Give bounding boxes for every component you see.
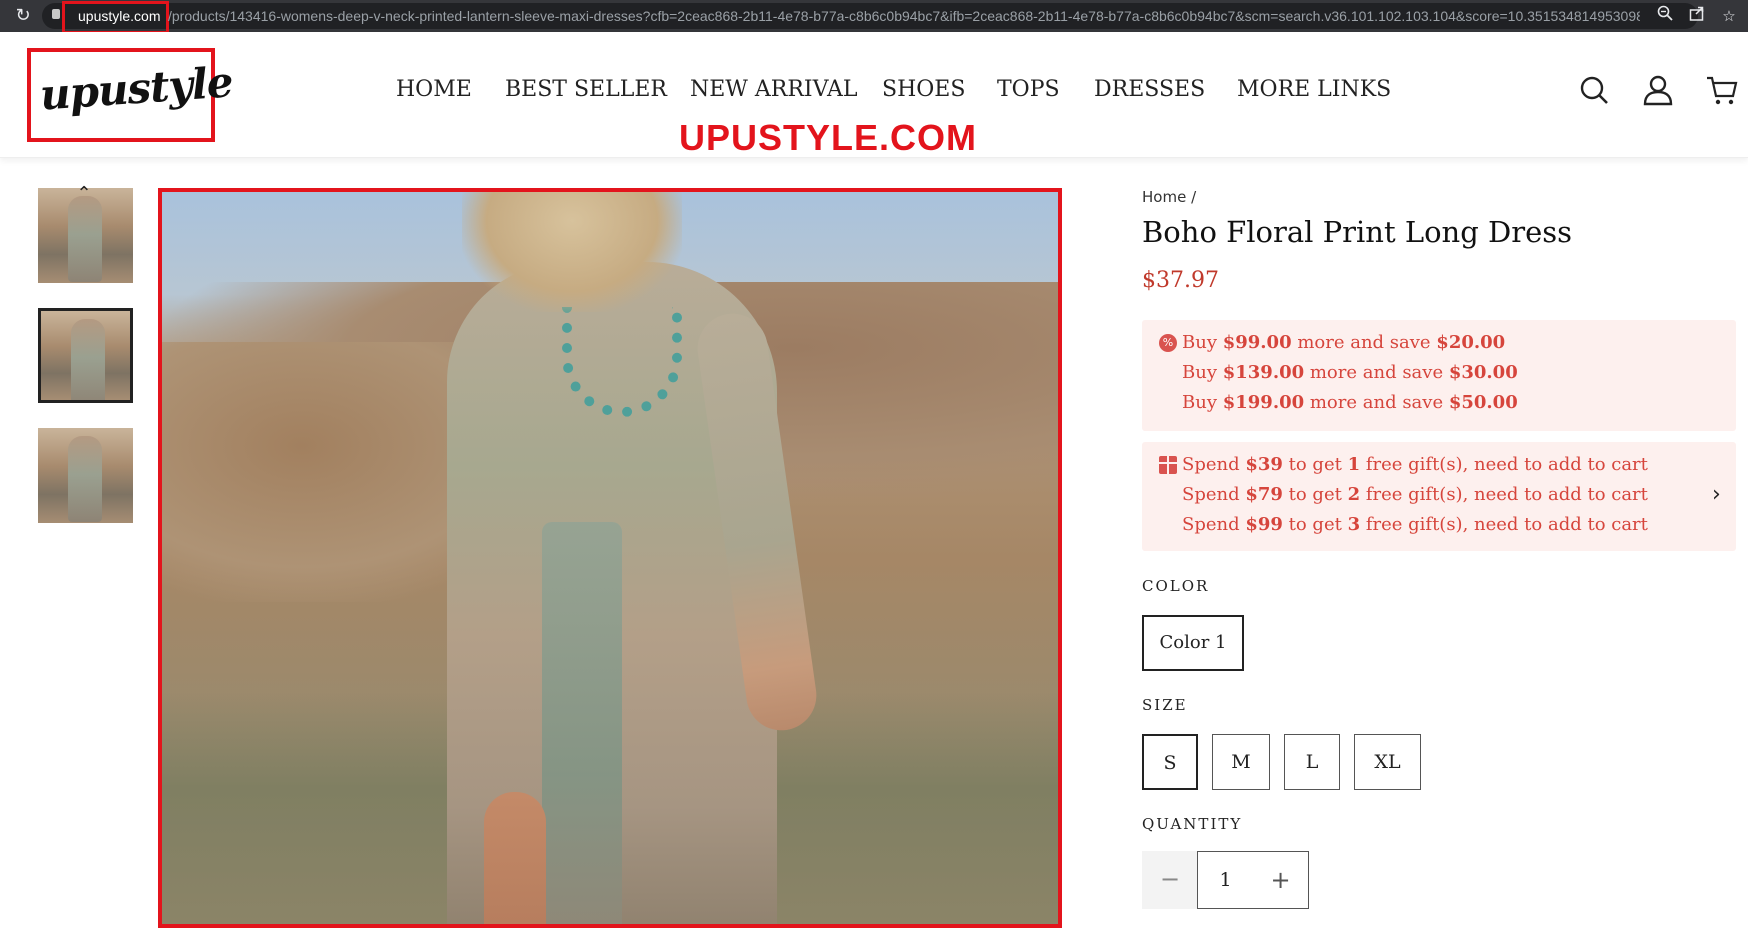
nav-dresses[interactable]: DRESSES [1094,76,1205,104]
gift-icon [1159,456,1177,474]
account-icon[interactable] [1642,74,1674,106]
gift-line: Spend $39 to get 1 free gift(s), need to… [1182,454,1648,475]
zoom-icon[interactable] [1654,5,1676,27]
breadcrumb[interactable]: Home / [1142,186,1196,208]
product-thumbnail-3[interactable] [38,428,133,523]
discount-promo-box: % Buy $99.00 more and save $20.00 Buy $1… [1142,320,1736,431]
discount-line: Buy $199.00 more and save $50.00 [1182,392,1518,413]
reload-icon[interactable]: ↻ [12,5,34,27]
product-price: $37.97 [1142,268,1219,293]
nav-more-links[interactable]: MORE LINKS [1237,76,1391,104]
url-host[interactable]: upustyle.com [78,7,160,25]
size-option-xl[interactable]: XL [1354,734,1421,790]
search-icon[interactable] [1578,74,1610,106]
site-header: upustyle HOME BEST SELLER NEW ARRIVAL SH… [0,32,1748,158]
quantity-label: QUANTITY [1142,815,1243,833]
nav-tops[interactable]: TOPS [997,76,1060,104]
quantity-input[interactable]: 1 [1197,851,1254,909]
product-thumbnail-2[interactable] [38,308,133,403]
lock-icon[interactable] [52,9,60,19]
nav-home[interactable]: HOME [396,76,472,104]
color-option-1[interactable]: Color 1 [1142,615,1244,671]
discount-line: Buy $99.00 more and save $20.00 [1182,332,1506,353]
quantity-increase-button[interactable]: + [1253,851,1309,909]
size-option-m[interactable]: M [1212,734,1270,790]
gift-line: Spend $99 to get 3 free gift(s), need to… [1182,514,1648,535]
free-gift-promo-box[interactable]: Spend $39 to get 1 free gift(s), need to… [1142,442,1736,551]
discount-line: Buy $139.00 more and save $30.00 [1182,362,1518,383]
nav-new-arrival[interactable]: NEW ARRIVAL [690,76,858,104]
quantity-decrease-button[interactable]: − [1142,851,1198,909]
main-product-image[interactable] [158,188,1062,928]
size-label: SIZE [1142,696,1188,714]
gift-line: Spend $79 to get 2 free gift(s), need to… [1182,484,1648,505]
bookmark-star-icon[interactable]: ☆ [1718,5,1740,27]
logo[interactable]: upustyle [38,56,234,123]
discount-badge-icon: % [1159,334,1177,352]
size-option-s[interactable]: S [1142,734,1198,790]
product-title: Boho Floral Print Long Dress [1142,215,1573,249]
nav-shoes[interactable]: SHOES [882,76,965,104]
url-path[interactable]: /products/143416-womens-deep-v-neck-prin… [168,7,1640,25]
watermark-text: UPUSTYLE.COM [679,117,978,158]
cart-icon[interactable] [1706,74,1738,106]
share-icon[interactable] [1686,5,1708,27]
chevron-up-icon[interactable]: ⌃ [72,185,96,203]
browser-toolbar: ↻ upustyle.com /products/143416-womens-d… [0,0,1748,34]
size-option-l[interactable]: L [1284,734,1340,790]
nav-best-seller[interactable]: BEST SELLER [505,76,667,104]
color-label: COLOR [1142,577,1210,595]
chevron-right-icon[interactable]: › [1712,482,1721,508]
